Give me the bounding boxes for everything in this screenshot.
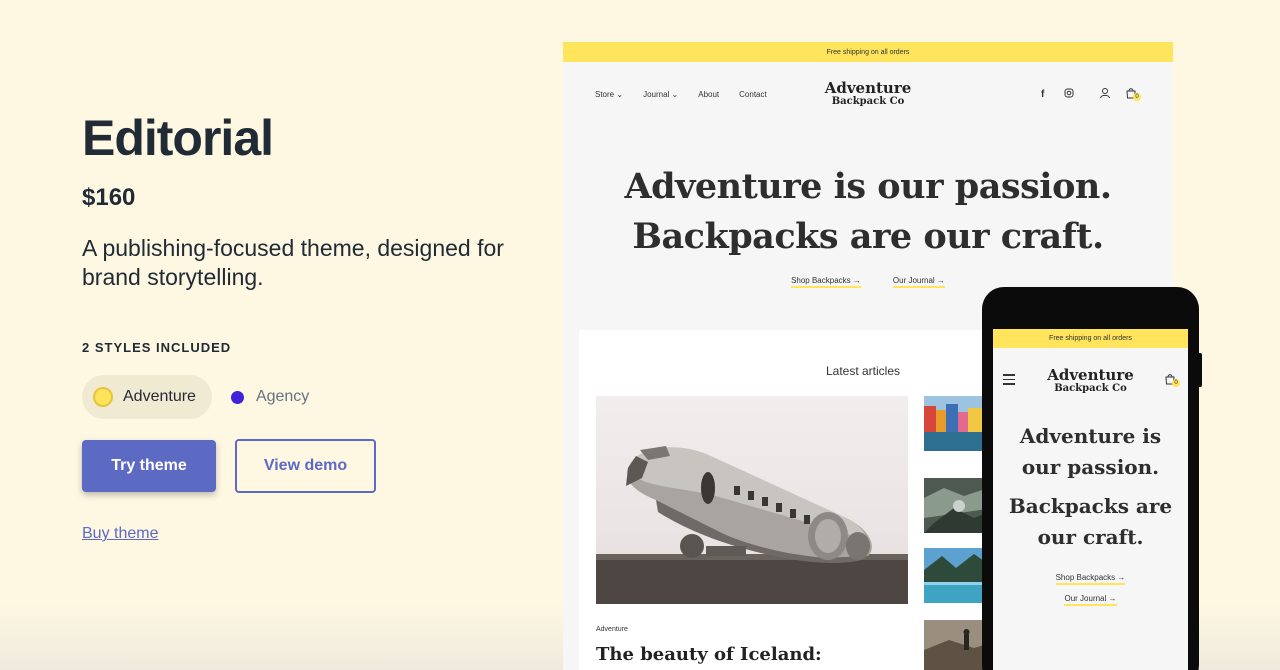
article-title[interactable]: The beauty of Iceland: (596, 644, 822, 665)
action-buttons: Try theme View demo (82, 439, 522, 493)
store-header: Store Journal About Contact Adventure Ba… (563, 62, 1173, 128)
announcement-bar: Free shipping on all orders (563, 42, 1173, 62)
hero-line-2: our passion. (1021, 455, 1160, 479)
svg-text:f: f (1041, 89, 1045, 99)
hero-line-3: Backpacks are (1008, 494, 1173, 518)
theme-price: $160 (82, 184, 136, 211)
mobile-cart-icon[interactable]: 0 (1164, 372, 1180, 387)
shop-backpacks-link[interactable]: Shop Backpacks → (1055, 573, 1126, 585)
mobile-hero-heading: Adventure is our passion. Backpacks are … (993, 421, 1188, 553)
view-demo-button[interactable]: View demo (235, 439, 376, 493)
shop-backpacks-label: Shop Backpacks (1055, 573, 1116, 582)
hero-heading: Adventure is our passion. Backpacks are … (563, 162, 1173, 262)
arrow-right-icon: → (936, 276, 945, 285)
our-journal-link[interactable]: Our Journal → (1064, 594, 1117, 606)
cart-count-badge: 0 (1172, 379, 1180, 387)
try-theme-button[interactable]: Try theme (82, 440, 216, 492)
phone-side-button (1198, 353, 1202, 387)
hero-line-4: our craft. (1037, 525, 1144, 549)
header-icons: f 0 (1037, 86, 1141, 101)
arrow-right-icon: → (1108, 594, 1117, 603)
theme-title: Editorial (82, 110, 274, 166)
arrow-right-icon: → (1117, 573, 1126, 582)
instagram-icon[interactable] (1063, 87, 1075, 99)
hero-line-1: Adventure is our passion. (624, 166, 1112, 207)
shop-backpacks-label: Shop Backpacks (791, 276, 851, 285)
style-selector: Adventure Agency (82, 375, 522, 419)
style-option-label: Adventure (123, 388, 196, 405)
logo-line-1: Adventure (1047, 366, 1134, 384)
shop-backpacks-link[interactable]: Shop Backpacks → (791, 276, 861, 288)
our-journal-label: Our Journal (892, 276, 935, 285)
facebook-icon[interactable]: f (1037, 87, 1049, 99)
cart-count-badge: 0 (1133, 93, 1141, 101)
theme-info-panel: Editorial $160 A publishing-focused them… (82, 110, 522, 543)
article-category: Adventure (596, 626, 628, 633)
buy-theme-link[interactable]: Buy theme (82, 525, 158, 543)
style-option-label: Agency (255, 388, 310, 405)
mobile-announcement-bar: Free shipping on all orders (993, 329, 1188, 348)
style-option-agency[interactable]: Agency (218, 375, 325, 419)
mobile-logo[interactable]: Adventure Backpack Co (993, 367, 1188, 395)
adventure-swatch-icon (95, 389, 111, 405)
logo-line-2: Backpack Co (1054, 383, 1127, 394)
style-option-adventure[interactable]: Adventure (82, 375, 212, 419)
mobile-header: Adventure Backpack Co 0 (993, 348, 1188, 408)
account-icon[interactable] (1099, 87, 1111, 99)
theme-description: A publishing-focused theme, designed for… (82, 235, 504, 290)
mobile-hero-links: Shop Backpacks → Our Journal → (993, 573, 1188, 606)
styles-label: 2 STYLES INCLUDED (82, 340, 232, 355)
agency-swatch-icon (230, 390, 244, 404)
our-journal-link[interactable]: Our Journal → (892, 276, 945, 288)
arrow-right-icon: → (852, 276, 861, 285)
hero-line-1: Adventure is (1019, 424, 1162, 448)
phone-screen: Free shipping on all orders Adventure Ba… (993, 329, 1188, 670)
our-journal-label: Our Journal (1064, 594, 1107, 603)
mobile-preview: Free shipping on all orders Adventure Ba… (982, 287, 1202, 670)
cart-icon[interactable]: 0 (1125, 86, 1141, 101)
featured-article-image[interactable] (596, 396, 908, 604)
hero-line-2: Backpacks are our craft. (632, 216, 1104, 257)
